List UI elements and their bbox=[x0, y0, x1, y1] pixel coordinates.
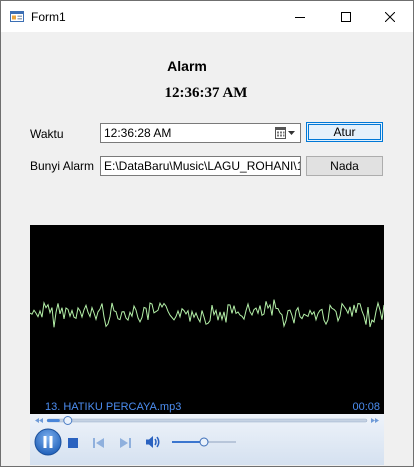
media-player[interactable]: 13. HATIKU PERCAYA.mp3 00:08 bbox=[30, 225, 384, 465]
rewind-icon[interactable] bbox=[35, 418, 43, 423]
waktu-time-picker[interactable]: 12:36:28 AM bbox=[100, 123, 301, 143]
seek-thumb[interactable] bbox=[63, 416, 73, 425]
waktu-label: Waktu bbox=[30, 127, 64, 141]
seek-bar[interactable] bbox=[30, 414, 384, 426]
volume-thumb[interactable] bbox=[199, 437, 209, 447]
calendar-dropdown-icon[interactable] bbox=[274, 126, 296, 140]
fast-forward-icon[interactable] bbox=[371, 418, 379, 423]
mute-button[interactable] bbox=[144, 434, 162, 450]
bunyi-alarm-path-field[interactable]: E:\DataBaru\Music\LAGU_ROHANI\13. bbox=[100, 156, 301, 176]
volume-slider[interactable] bbox=[170, 436, 238, 448]
visualizer-waveform bbox=[30, 299, 384, 329]
maximize-button[interactable] bbox=[323, 1, 369, 32]
bunyi-alarm-path-value: E:\DataBaru\Music\LAGU_ROHANI\13. bbox=[104, 159, 301, 173]
form-client-area: Alarm 12:36:37 AM Waktu 12:36:28 AM Atur… bbox=[1, 32, 413, 466]
bunyi-alarm-label: Bunyi Alarm bbox=[30, 159, 95, 173]
previous-button[interactable] bbox=[92, 436, 106, 450]
volume-icon bbox=[146, 436, 160, 448]
minimize-button[interactable] bbox=[277, 1, 323, 32]
track-time: 00:08 bbox=[352, 401, 380, 413]
previous-icon bbox=[93, 438, 104, 448]
stop-icon bbox=[68, 438, 78, 448]
current-time-label: 12:36:37 AM bbox=[164, 85, 248, 101]
minimize-icon bbox=[295, 16, 305, 18]
next-icon bbox=[120, 438, 131, 448]
alarm-heading: Alarm bbox=[167, 58, 207, 74]
pause-button[interactable] bbox=[34, 428, 62, 456]
maximize-icon bbox=[341, 11, 351, 22]
pause-icon bbox=[34, 428, 62, 456]
audio-visualizer bbox=[30, 299, 384, 329]
player-controls bbox=[30, 414, 384, 465]
close-icon bbox=[385, 11, 395, 22]
stop-button[interactable] bbox=[66, 436, 80, 450]
app-window: Form1 Alarm 12:36:37 AM Waktu 12:36:28 A… bbox=[0, 0, 414, 467]
track-name: 13. HATIKU PERCAYA.mp3 bbox=[45, 401, 182, 413]
window-title: Form1 bbox=[31, 10, 66, 24]
winforms-app-icon bbox=[10, 11, 24, 22]
atur-button[interactable]: Atur bbox=[306, 122, 383, 142]
nada-button[interactable]: Nada bbox=[306, 156, 383, 176]
waktu-time-value: 12:36:28 AM bbox=[104, 126, 172, 140]
next-button[interactable] bbox=[118, 436, 132, 450]
close-button[interactable] bbox=[367, 1, 413, 32]
title-bar[interactable]: Form1 bbox=[1, 1, 413, 32]
